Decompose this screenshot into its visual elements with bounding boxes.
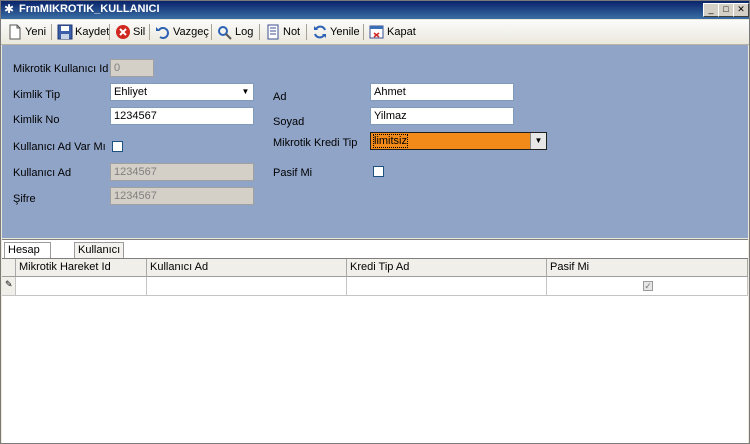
undo-icon <box>155 24 171 40</box>
table-cell[interactable] <box>16 277 147 295</box>
row-indicator-header <box>2 259 16 276</box>
delete-icon <box>115 24 131 40</box>
soyad-label: Soyad <box>273 116 305 128</box>
window-title: FrmMIKROTIK_KULLANICI <box>19 3 160 15</box>
save-button[interactable]: Kaydet <box>55 22 111 42</box>
kullanici-ad-var-label: Kullanıcı Ad Var Mı <box>13 141 106 153</box>
maximize-button[interactable]: □ <box>718 3 734 17</box>
ad-label: Ad <box>273 91 287 103</box>
kullanici-ad-field[interactable]: 1234567 <box>110 163 254 181</box>
new-button[interactable]: Yeni <box>5 22 48 42</box>
log-label: Log <box>235 26 254 38</box>
toolbar: Yeni Kaydet Sil Vazgeç Log Not Yenile Ka… <box>1 20 749 45</box>
delete-label: Sil <box>133 26 146 38</box>
chevron-down-icon[interactable]: ▼ <box>238 84 253 100</box>
id-field[interactable]: 0 <box>110 59 154 77</box>
table-cell[interactable] <box>147 277 347 295</box>
kredi-tip-value: limitsiz <box>373 134 408 148</box>
chevron-down-icon[interactable]: ▼ <box>530 133 546 149</box>
bottom-panel: Hesap Hareket Kullanıcı Arama Mikrotik H… <box>2 239 748 443</box>
app-icon: ✱ <box>4 2 15 16</box>
data-grid: Mikrotik Hareket Id Kullanıcı Ad Kredi T… <box>2 258 748 443</box>
ad-field[interactable]: Ahmet <box>370 83 514 101</box>
close-form-button[interactable]: Kapat <box>367 22 418 42</box>
note-button[interactable]: Not <box>263 22 302 42</box>
log-icon <box>217 24 233 40</box>
new-row-icon: ✎ <box>5 279 13 289</box>
refresh-button[interactable]: Yenile <box>310 22 362 42</box>
cancel-button[interactable]: Vazgeç <box>153 22 211 42</box>
close-button[interactable]: ✕ <box>733 3 749 17</box>
id-label: Mikrotik Kullanıcı Id <box>13 63 109 75</box>
table-cell[interactable]: ✓ <box>547 277 748 295</box>
soyad-field[interactable]: Yilmaz <box>370 107 514 125</box>
new-document-icon <box>7 24 23 40</box>
sifre-field[interactable]: 1234567 <box>110 187 254 205</box>
cancel-label: Vazgeç <box>173 26 209 38</box>
sifre-label: Şifre <box>13 193 36 205</box>
note-label: Not <box>283 26 301 38</box>
pasif-mi-label: Pasif Mi <box>273 167 313 179</box>
delete-button[interactable]: Sil <box>113 22 147 42</box>
grid-header: Mikrotik Hareket Id Kullanıcı Ad Kredi T… <box>2 259 748 277</box>
kimlik-tip-value: Ehliyet <box>114 86 148 98</box>
notepad-icon <box>265 24 281 40</box>
kimlik-no-field[interactable]: 1234567 <box>110 107 254 125</box>
kullanici-ad-var-checkbox[interactable] <box>112 141 123 152</box>
detail-form: Mikrotik Kullanıcı Id 0 Kimlik Tip Ehliy… <box>2 45 748 238</box>
tab-kullanici-arama[interactable]: Kullanıcı Arama <box>74 242 125 271</box>
new-label: Yeni <box>25 26 47 38</box>
column-header[interactable]: Kredi Tip Ad <box>347 259 547 276</box>
tab-hesap-hareket[interactable]: Hesap Hareket <box>4 242 51 271</box>
save-label: Kaydet <box>75 26 110 38</box>
kredi-tip-label: Mikrotik Kredi Tip <box>273 137 358 149</box>
minimize-button[interactable]: _ <box>703 3 719 17</box>
pasif-mi-cell-checkbox[interactable]: ✓ <box>643 281 653 291</box>
floppy-disk-icon <box>57 24 73 40</box>
row-indicator: ✎ <box>2 277 16 295</box>
table-cell[interactable] <box>347 277 547 295</box>
column-header[interactable]: Mikrotik Hareket Id <box>16 259 147 276</box>
main-window: ✱ FrmMIKROTIK_KULLANICI _ □ ✕ Yeni Kayde… <box>0 0 750 444</box>
exit-icon <box>369 24 385 40</box>
pasif-mi-checkbox[interactable] <box>373 166 384 177</box>
refresh-icon <box>312 24 328 40</box>
log-button[interactable]: Log <box>215 22 255 42</box>
kredi-tip-select[interactable]: limitsiz ▼ <box>370 132 547 150</box>
refresh-label: Yenile <box>330 26 360 38</box>
kullanici-ad-label: Kullanıcı Ad <box>13 167 72 179</box>
title-bar: ✱ FrmMIKROTIK_KULLANICI _ □ ✕ <box>1 1 749 19</box>
column-header[interactable]: Pasif Mi <box>547 259 748 276</box>
kimlik-tip-label: Kimlik Tip <box>13 89 61 101</box>
kimlik-no-label: Kimlik No <box>13 114 60 126</box>
kimlik-tip-select[interactable]: Ehliyet ▼ <box>110 83 254 101</box>
close-form-label: Kapat <box>387 26 416 38</box>
column-header[interactable]: Kullanıcı Ad <box>147 259 347 276</box>
new-row[interactable]: ✎ ✓ <box>2 277 748 296</box>
